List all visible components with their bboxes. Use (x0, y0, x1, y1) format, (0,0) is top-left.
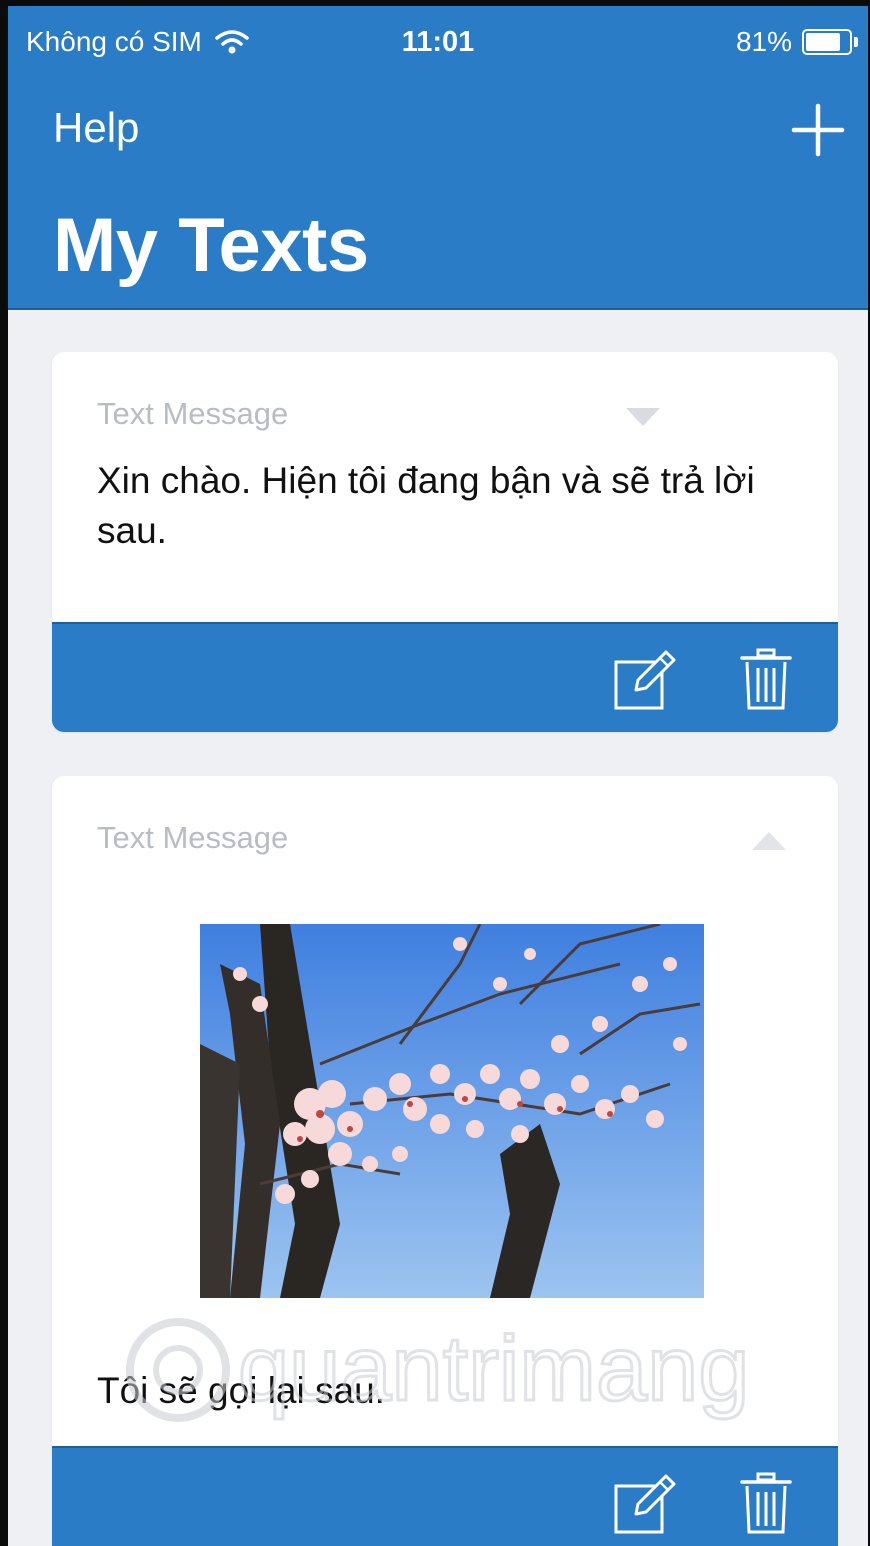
message-text: Xin chào. Hiện tôi đang bận và sẽ trả lờ… (97, 460, 755, 551)
plus-icon[interactable] (788, 100, 848, 160)
header: Không có SIM 11:01 81% Help My Texts (8, 0, 868, 310)
message-card[interactable]: Text Message Xin chào. Hiện tôi đang bận… (52, 352, 838, 732)
message-photo (200, 924, 704, 1298)
card-action-bar (52, 622, 838, 732)
trash-icon[interactable] (738, 1472, 794, 1536)
help-link[interactable]: Help (53, 104, 139, 152)
status-bar: Không có SIM 11:01 81% (8, 12, 868, 68)
edit-icon[interactable] (612, 648, 678, 712)
battery-percent: 81% (735, 26, 792, 57)
message-text: Tôi sẽ gọi lại sau. (97, 1370, 385, 1411)
chevron-up-icon[interactable] (750, 828, 788, 854)
page-title: My Texts (53, 203, 369, 288)
card-action-bar (52, 1446, 838, 1546)
trash-icon[interactable] (738, 648, 794, 712)
message-type-label: Text Message (97, 396, 289, 431)
message-card[interactable]: Text Message Tôi sẽ gọi lại sau. (52, 776, 838, 1546)
battery-icon (802, 29, 858, 55)
message-type-label: Text Message (97, 820, 289, 855)
chevron-down-icon[interactable] (624, 404, 662, 430)
battery-status: 81% (736, 26, 858, 58)
edit-icon[interactable] (612, 1472, 678, 1536)
app-screen: Không có SIM 11:01 81% Help My Texts Tex… (0, 0, 870, 1546)
